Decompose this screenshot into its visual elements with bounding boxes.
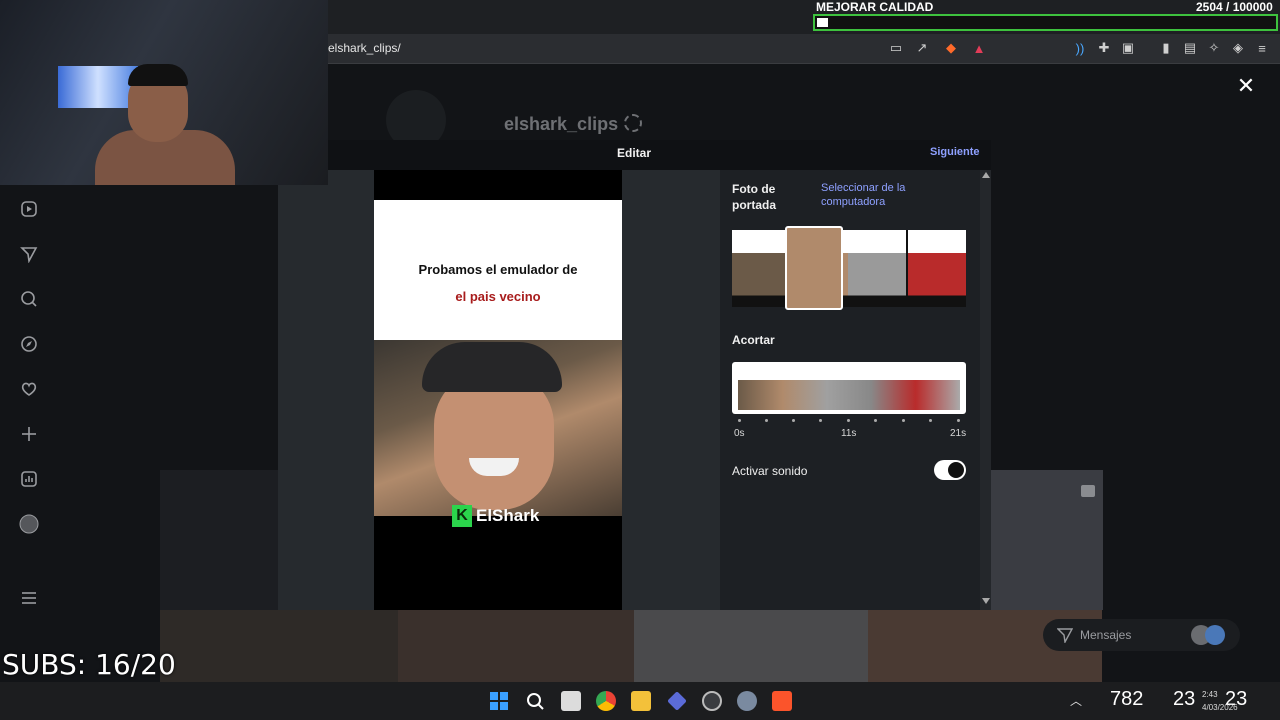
trim-start-time: 0s xyxy=(734,428,745,439)
tray-date[interactable]: 4/03/2026 xyxy=(1202,703,1238,712)
timeline-tick xyxy=(929,419,932,422)
tray-clock[interactable]: 2:43 xyxy=(1202,690,1218,699)
trim-mid-time: 11s xyxy=(841,428,857,439)
grid-tile[interactable] xyxy=(634,610,868,682)
person-cap xyxy=(422,342,562,392)
quality-goal-bar xyxy=(813,14,1278,31)
explore-icon[interactable] xyxy=(19,334,39,354)
quality-goal-count: 2504 / 100000 xyxy=(1196,0,1273,14)
timeline-tick xyxy=(819,419,822,422)
heart-icon[interactable] xyxy=(19,379,39,399)
timeline-tick xyxy=(847,419,850,422)
trim-frames xyxy=(738,380,960,410)
search-icon[interactable] xyxy=(19,289,39,309)
settings-icon xyxy=(624,114,642,132)
preview-video-frame xyxy=(374,340,622,516)
dashboard-icon[interactable] xyxy=(19,469,39,489)
quality-goal-label: MEJORAR CALIDAD xyxy=(816,0,934,14)
preview-caption-line1: Probamos el emulador de xyxy=(418,262,578,277)
timeline-tick xyxy=(902,419,905,422)
brand-logo-icon: K xyxy=(452,505,472,527)
brand-name: ElShark xyxy=(476,506,540,525)
cover-frame[interactable] xyxy=(732,230,790,307)
menu-icon[interactable]: ≡ xyxy=(1254,40,1270,56)
create-icon[interactable] xyxy=(19,424,39,444)
speech-icon[interactable]: )) xyxy=(1072,40,1088,56)
more-menu-icon[interactable] xyxy=(19,588,39,608)
sidebar-icon[interactable]: ▮ xyxy=(1158,40,1174,56)
search-icon[interactable] xyxy=(525,691,545,711)
cover-frame-strip[interactable] xyxy=(732,230,966,307)
toggle-knob xyxy=(948,462,964,478)
select-from-computer-link[interactable]: Seleccionar de la computadora xyxy=(821,181,931,209)
webcam-monitor xyxy=(58,66,138,108)
panel-scrollbar[interactable] xyxy=(980,170,991,610)
quality-goal-fill xyxy=(817,18,828,27)
timeline-tick xyxy=(957,419,960,422)
webcam-overlay xyxy=(0,0,328,185)
chrome-icon[interactable] xyxy=(596,691,616,711)
avatar xyxy=(1205,625,1225,645)
brave-rewards-icon[interactable]: ▲ xyxy=(971,40,987,56)
messages-icon[interactable] xyxy=(19,244,39,264)
cover-frame[interactable] xyxy=(908,230,966,307)
profile-username: elshark_clips xyxy=(504,114,619,134)
brave-shield-icon[interactable]: ◆ xyxy=(943,40,959,56)
share-icon[interactable]: ↗ xyxy=(914,40,930,56)
next-button[interactable]: Siguiente xyxy=(930,146,980,158)
reels-icon[interactable] xyxy=(19,199,39,219)
extensions-icon[interactable]: ✚ xyxy=(1096,40,1112,56)
settings-icon[interactable] xyxy=(737,691,757,711)
scroll-up-icon[interactable] xyxy=(982,172,990,178)
task-view-icon[interactable] xyxy=(561,691,581,711)
messages-label: Mensajes xyxy=(1080,628,1132,642)
trim-label: Acortar xyxy=(732,333,775,347)
cast-icon[interactable]: ▭ xyxy=(888,40,904,56)
preview-caption-line2: el pais vecino xyxy=(455,289,541,304)
sound-toggle[interactable] xyxy=(934,460,966,480)
address-bar[interactable]: elshark_clips/ xyxy=(328,41,401,55)
leo-icon[interactable]: ✧ xyxy=(1206,40,1222,56)
cover-frame[interactable] xyxy=(848,230,906,307)
grid-tile[interactable] xyxy=(398,610,634,682)
grid-tile[interactable] xyxy=(160,610,398,682)
profile-avatar-icon[interactable] xyxy=(19,514,39,534)
modal-title: Editar xyxy=(617,146,652,160)
scroll-down-icon[interactable] xyxy=(982,598,990,604)
streamer-cap xyxy=(128,64,188,86)
timeline-tick xyxy=(792,419,795,422)
send-icon xyxy=(1056,627,1074,645)
windows-start-icon[interactable] xyxy=(489,691,509,711)
tray-counter-a: 23 xyxy=(1173,688,1196,710)
sound-toggle-label: Activar sonido xyxy=(732,464,808,478)
vpn-icon[interactable]: ◈ xyxy=(1230,40,1246,56)
selected-cover-frame[interactable] xyxy=(785,226,843,310)
file-explorer-icon[interactable] xyxy=(631,691,651,711)
subs-counter: SUBS: 16/20 xyxy=(2,648,176,681)
messages-pill[interactable] xyxy=(1043,619,1240,651)
timeline-tick xyxy=(874,419,877,422)
left-navigation xyxy=(0,185,58,682)
reel-badge-icon xyxy=(1081,485,1095,497)
timeline-tick xyxy=(738,419,741,422)
app-icon[interactable] xyxy=(702,691,722,711)
timeline-tick xyxy=(765,419,768,422)
brave-icon[interactable] xyxy=(772,691,792,711)
tray-number: 782 xyxy=(1110,688,1144,710)
wallet-icon[interactable]: ▤ xyxy=(1182,40,1198,56)
cover-photo-label: Foto de portada xyxy=(732,182,777,212)
tab-search-icon[interactable]: ▣ xyxy=(1120,40,1136,56)
close-icon[interactable]: ✕ xyxy=(1236,75,1256,97)
tray-chevron-icon[interactable]: ︿ xyxy=(1070,692,1082,709)
trim-end-time: 21s xyxy=(950,428,967,439)
